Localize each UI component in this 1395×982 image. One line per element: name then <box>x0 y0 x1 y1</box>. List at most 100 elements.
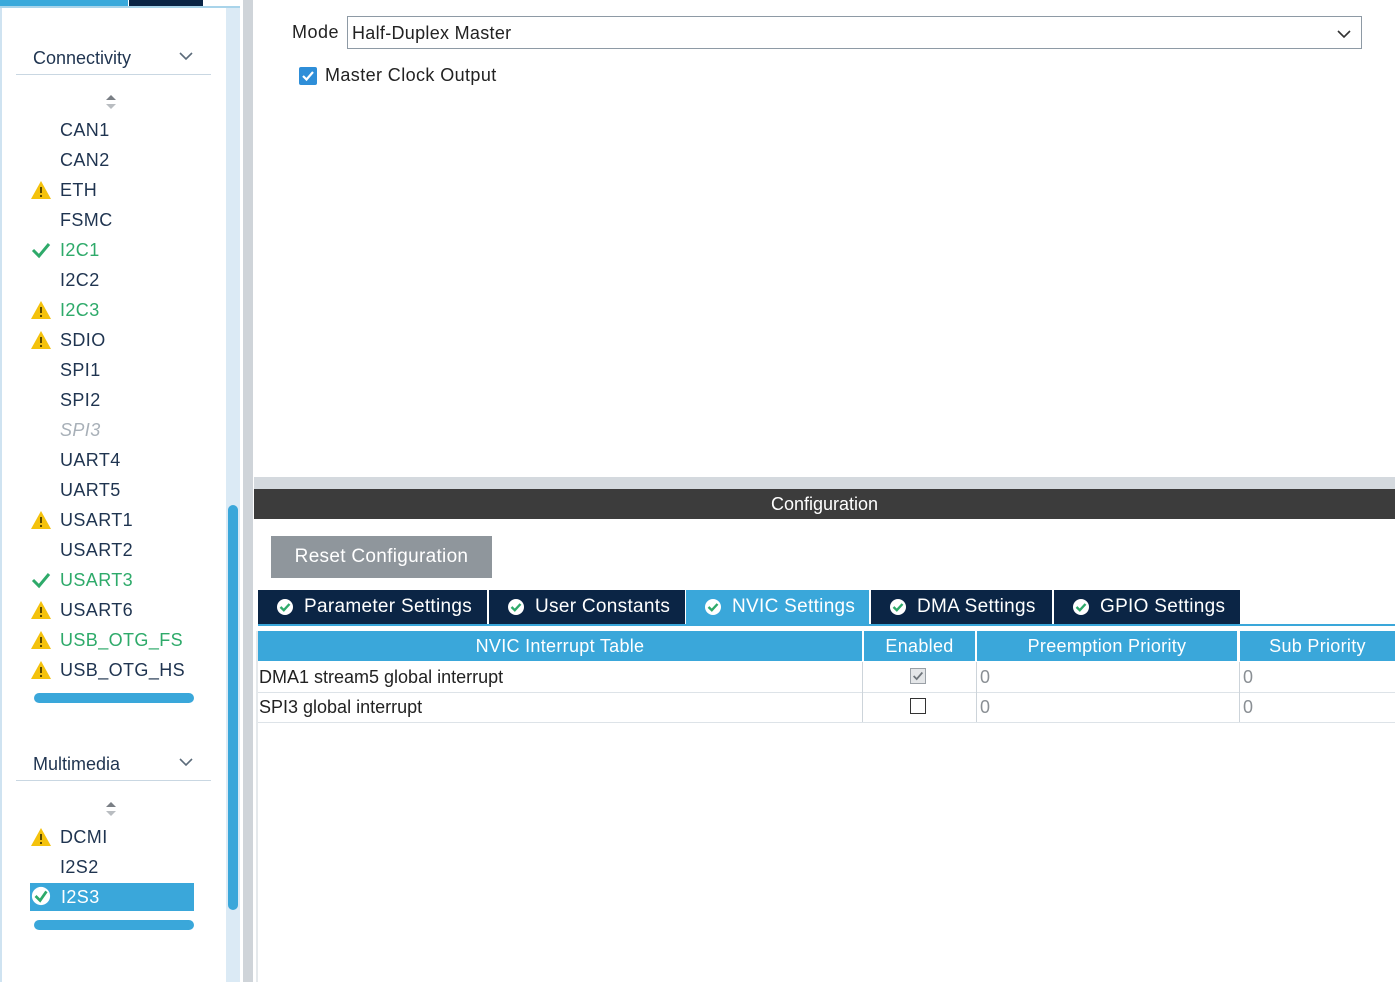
mode-dropdown[interactable]: Half-Duplex Master <box>347 16 1362 49</box>
connectivity-horizontal-scrollbar[interactable] <box>34 693 194 703</box>
tab-label: DMA Settings <box>917 596 1036 617</box>
sidebar-item-usart2[interactable]: USART2 <box>30 536 194 564</box>
category-header-connectivity[interactable]: Connectivity <box>16 40 211 75</box>
column-header-preemption-priority[interactable]: Preemption Priority <box>977 631 1237 661</box>
tab-label: User Constants <box>535 596 671 617</box>
tab-label: GPIO Settings <box>1100 596 1226 617</box>
sub-priority-cell[interactable]: 0 <box>1239 692 1395 722</box>
panel-splitter[interactable] <box>240 0 254 982</box>
checkbox-checked-icon[interactable] <box>299 67 317 85</box>
reset-configuration-button[interactable]: Reset Configuration <box>271 536 492 578</box>
sidebar-item-label: CAN2 <box>60 150 110 170</box>
sidebar-item-i2c3[interactable]: I2C3 <box>30 296 194 324</box>
sidebar-top-divider <box>0 6 240 8</box>
sidebar-item-label: I2C2 <box>60 270 100 290</box>
warning-icon <box>31 631 51 649</box>
sidebar-item-usart3[interactable]: USART3 <box>30 566 194 594</box>
sidebar-item-label: I2S2 <box>60 857 99 877</box>
sidebar-left-edge <box>0 8 2 982</box>
multimedia-horizontal-scrollbar[interactable] <box>34 920 194 930</box>
tab-parameter-settings[interactable]: Parameter Settings <box>258 590 487 624</box>
tab-user-constants[interactable]: User Constants <box>489 590 685 624</box>
enabled-checkbox[interactable] <box>910 668 926 684</box>
sidebar-item-i2s2[interactable]: I2S2 <box>30 853 194 881</box>
sidebar-item-label: SPI1 <box>60 360 101 380</box>
warning-icon <box>31 331 51 349</box>
warning-icon <box>31 511 51 529</box>
sidebar-item-label: USART1 <box>60 510 134 530</box>
check-circle-icon <box>277 599 293 615</box>
sidebar-item-label: SPI2 <box>60 390 101 410</box>
sidebar-item-label: USB_OTG_FS <box>60 630 184 650</box>
interrupt-name-cell: SPI3 global interrupt <box>259 697 423 717</box>
sidebar-item-spi1[interactable]: SPI1 <box>30 356 194 384</box>
sort-icon[interactable] <box>104 801 118 817</box>
sidebar-item-uart5[interactable]: UART5 <box>30 476 194 504</box>
check-circle-icon <box>1073 599 1089 615</box>
sidebar-item-label: SPI3 <box>60 420 101 440</box>
sort-icon[interactable] <box>104 94 118 110</box>
sidebar-item-label: CAN1 <box>60 120 110 140</box>
check-icon <box>31 243 51 259</box>
sidebar-item-i2c2[interactable]: I2C2 <box>30 266 194 294</box>
preemption-priority-cell[interactable]: 0 <box>976 662 1237 692</box>
sidebar-scroll-thumb[interactable] <box>228 505 238 910</box>
warning-icon <box>31 828 51 846</box>
sidebar-item-usb_otg_fs[interactable]: USB_OTG_FS <box>30 626 194 654</box>
sidebar-item-uart4[interactable]: UART4 <box>30 446 194 474</box>
sidebar-item-spi3[interactable]: SPI3 <box>30 416 194 444</box>
sidebar-item-can1[interactable]: CAN1 <box>30 116 194 144</box>
category-label: Multimedia <box>33 754 121 774</box>
tab-label: Parameter Settings <box>304 596 473 617</box>
check-circle-icon <box>31 886 51 906</box>
sidebar-item-i2s3[interactable]: I2S3 <box>30 883 194 911</box>
category-label: Connectivity <box>33 48 132 68</box>
sidebar-item-label: USART6 <box>60 600 134 620</box>
sidebar-item-usart1[interactable]: USART1 <box>30 506 194 534</box>
enabled-checkbox[interactable] <box>910 698 926 714</box>
preemption-priority-cell[interactable]: 0 <box>976 692 1237 722</box>
sidebar-item-dcmi[interactable]: DCMI <box>30 823 194 851</box>
warning-icon <box>31 661 51 679</box>
enabled-cell <box>862 692 976 722</box>
warning-icon <box>31 181 51 199</box>
tab-gpio-settings[interactable]: GPIO Settings <box>1054 590 1240 624</box>
sidebar-item-label: UART4 <box>60 450 121 470</box>
sidebar-item-i2c1[interactable]: I2C1 <box>30 236 194 264</box>
sidebar-item-sdio[interactable]: SDIO <box>30 326 194 354</box>
column-header-nvic-interrupt-table[interactable]: NVIC Interrupt Table <box>258 631 862 661</box>
warning-icon <box>31 301 51 319</box>
sidebar-item-eth[interactable]: ETH <box>30 176 194 204</box>
table-row[interactable]: DMA1 stream5 global interrupt 0 0 <box>258 662 1395 693</box>
table-row[interactable]: SPI3 global interrupt 0 0 <box>258 692 1395 723</box>
sidebar-item-label: SDIO <box>60 330 106 350</box>
sidebar-item-usb_otg_hs[interactable]: USB_OTG_HS <box>30 656 194 684</box>
sidebar-item-usart6[interactable]: USART6 <box>30 596 194 624</box>
sidebar-item-label: I2C1 <box>60 240 100 260</box>
column-header-enabled[interactable]: Enabled <box>864 631 975 661</box>
peripheral-sidebar: Connectivity CAN1 CAN2 ETH FSMC I2C1 I2C2 I2C3… <box>0 0 240 982</box>
sub-priority-cell[interactable]: 0 <box>1239 662 1395 692</box>
sidebar-item-label: ETH <box>60 180 98 200</box>
mode-label: Mode <box>292 22 340 42</box>
splitter-bar[interactable] <box>243 0 253 982</box>
sidebar-item-can2[interactable]: CAN2 <box>30 146 194 174</box>
sidebar-item-fsmc[interactable]: FSMC <box>30 206 194 234</box>
master-clock-output-label: Master Clock Output <box>325 65 497 85</box>
sidebar-item-label: USART2 <box>60 540 134 560</box>
chevron-down-icon <box>1337 30 1351 39</box>
chevron-down-icon <box>179 52 193 61</box>
horizontal-divider[interactable] <box>254 477 1395 489</box>
sidebar-item-label: I2C3 <box>60 300 100 320</box>
configuration-header: Configuration <box>254 489 1395 519</box>
category-header-multimedia[interactable]: Multimedia <box>16 746 211 781</box>
sidebar-top-tabs <box>0 0 240 8</box>
tab-nvic-settings[interactable]: NVIC Settings <box>686 590 869 624</box>
mode-panel: Mode Half-Duplex Master Master Clock Out… <box>254 0 1395 477</box>
check-circle-icon <box>508 599 524 615</box>
tab-dma-settings[interactable]: DMA Settings <box>871 590 1052 624</box>
interrupt-name-cell: DMA1 stream5 global interrupt <box>259 667 504 687</box>
sidebar-item-spi2[interactable]: SPI2 <box>30 386 194 414</box>
column-header-sub-priority[interactable]: Sub Priority <box>1240 631 1395 661</box>
tabs-underline <box>258 624 1395 626</box>
